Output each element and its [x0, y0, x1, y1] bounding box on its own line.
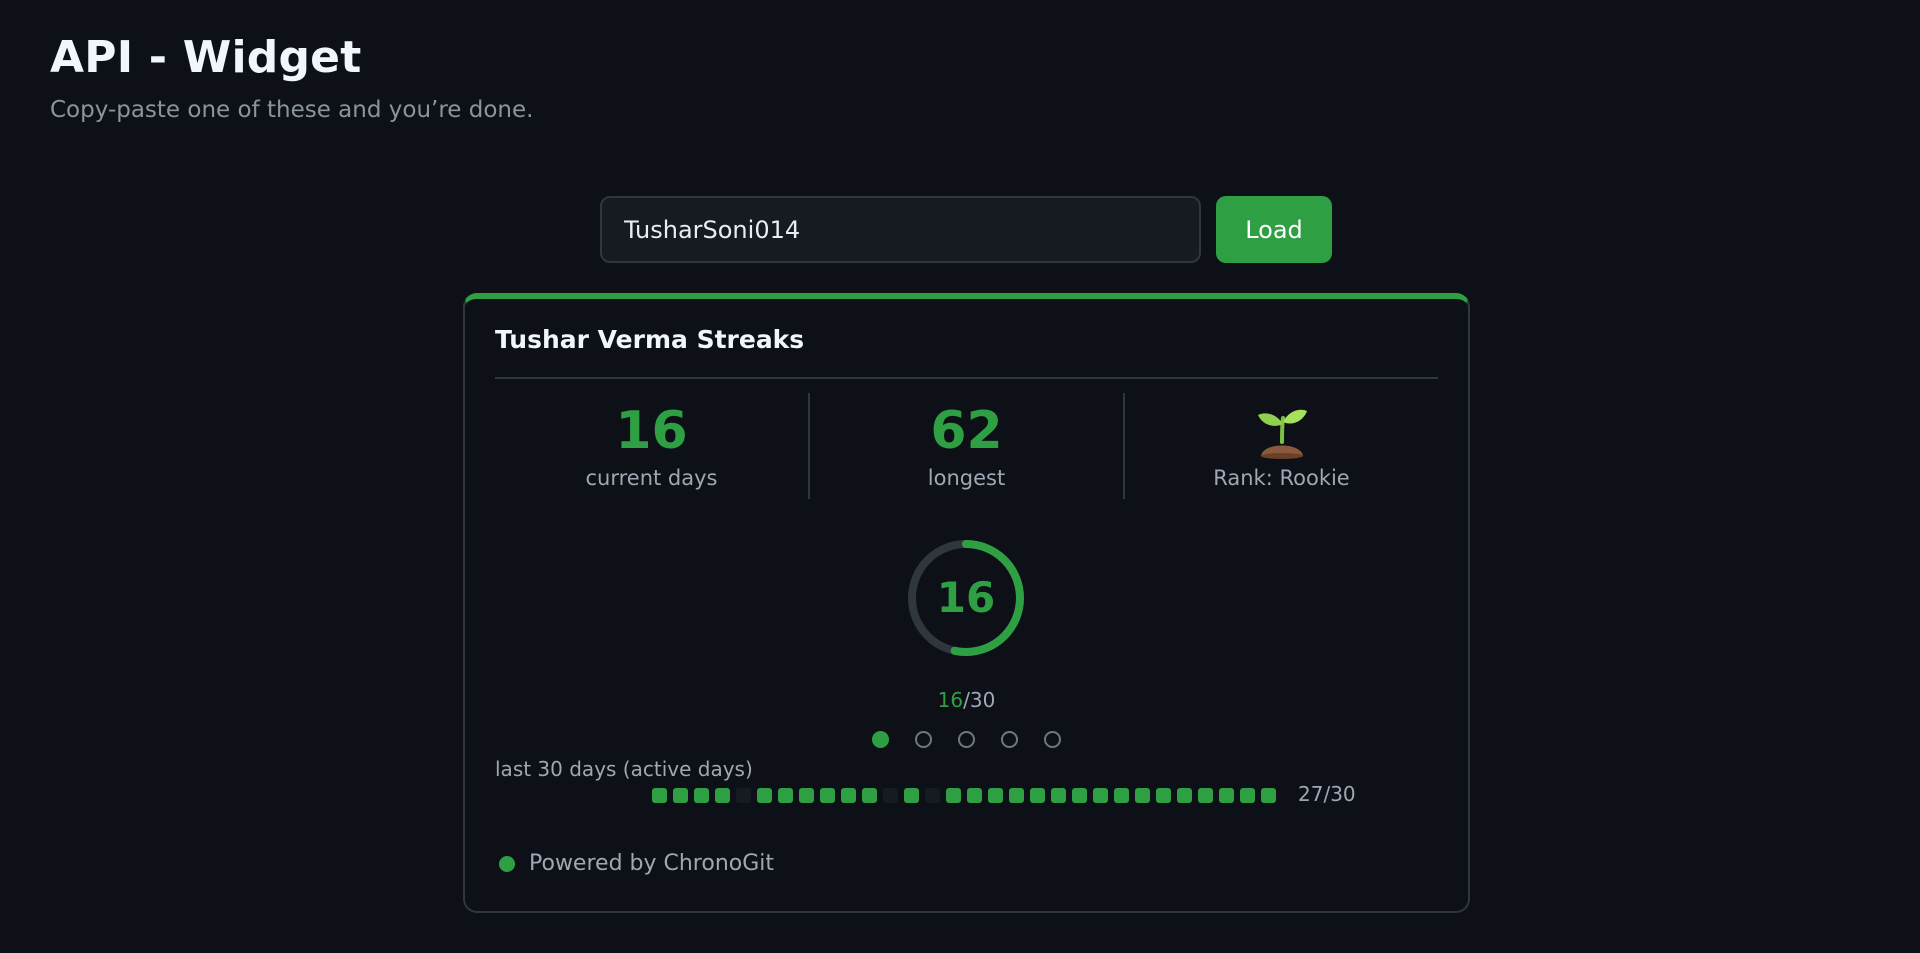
pager-dot-5[interactable] — [1044, 731, 1061, 748]
stat-current: 16 current days — [495, 393, 810, 499]
day-cell — [925, 788, 940, 803]
day-cell — [967, 788, 982, 803]
day-cell — [820, 788, 835, 803]
streak-widget-card: Tushar Verma Streaks 16 current days 62 … — [463, 293, 1470, 913]
day-cell — [799, 788, 814, 803]
day-cell — [1198, 788, 1213, 803]
card-title: Tushar Verma Streaks — [495, 325, 805, 354]
stat-rank: Rank: Rookie — [1125, 393, 1438, 499]
seedling-icon — [1257, 409, 1307, 459]
longest-streak-value: 62 — [930, 401, 1003, 461]
day-cell — [946, 788, 961, 803]
day-cell — [673, 788, 688, 803]
longest-streak-label: longest — [927, 466, 1006, 490]
day-cell — [1114, 788, 1129, 803]
progress-ring-value: 16 — [936, 573, 996, 622]
day-cell — [883, 788, 898, 803]
pager-dot-1[interactable] — [872, 731, 889, 748]
current-streak-value: 16 — [615, 401, 688, 461]
card-footer: Powered by ChronoGit — [499, 851, 774, 876]
activity-summary: 27/30 — [1298, 782, 1356, 806]
pager-dot-4[interactable] — [1001, 731, 1018, 748]
goal-current: 16 — [937, 688, 964, 712]
day-cell — [1009, 788, 1024, 803]
day-cell — [1219, 788, 1234, 803]
day-cell — [1177, 788, 1192, 803]
powered-by-text: Powered by ChronoGit — [529, 851, 775, 876]
page-header: API - Widget Copy-paste one of these and… — [50, 32, 533, 123]
day-cell — [1156, 788, 1171, 803]
status-dot-icon — [499, 855, 515, 872]
day-cell — [715, 788, 730, 803]
pager-dot-3[interactable] — [958, 731, 975, 748]
day-cell — [736, 788, 751, 803]
day-cell — [1093, 788, 1108, 803]
day-cell — [694, 788, 709, 803]
day-cell — [757, 788, 772, 803]
day-cell — [988, 788, 1003, 803]
stat-longest: 62 longest — [810, 393, 1125, 499]
goal-fraction: 16/30 — [465, 688, 1468, 712]
rank-label: Rank: Rookie — [1213, 466, 1350, 490]
day-cell — [1135, 788, 1150, 803]
load-button[interactable]: Load — [1216, 196, 1332, 263]
page-subtitle: Copy-paste one of these and you’re done. — [50, 97, 534, 123]
day-cell — [1240, 788, 1255, 803]
card-divider — [495, 377, 1438, 379]
page-title: API - Widget — [50, 32, 362, 83]
day-cell — [862, 788, 877, 803]
search-row: Load — [600, 196, 1332, 263]
pager-dot-2[interactable] — [915, 731, 932, 748]
day-cell — [1261, 788, 1276, 803]
activity-label: last 30 days (active days) — [495, 757, 753, 781]
day-cell — [652, 788, 667, 803]
day-cell — [1051, 788, 1066, 803]
goal-target: /30 — [963, 688, 996, 712]
current-streak-label: current days — [585, 466, 718, 490]
stats-row: 16 current days 62 longest Rank: Rookie — [495, 393, 1438, 499]
activity-strip — [652, 788, 1276, 803]
day-cell — [778, 788, 793, 803]
day-cell — [1030, 788, 1045, 803]
widget-pager — [465, 731, 1468, 748]
day-cell — [841, 788, 856, 803]
goal-progress-ring: 16 — [906, 538, 1026, 658]
day-cell — [904, 788, 919, 803]
day-cell — [1072, 788, 1087, 803]
username-input[interactable] — [600, 196, 1201, 263]
